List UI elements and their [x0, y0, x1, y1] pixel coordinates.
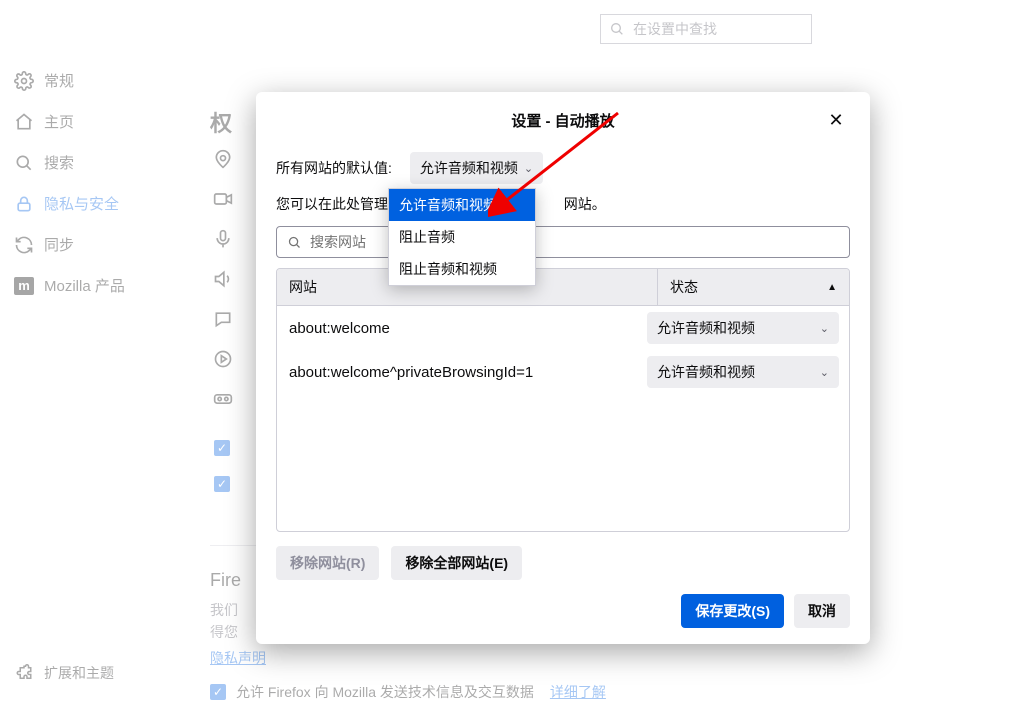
dropdown-option[interactable]: 阻止音频 [389, 221, 535, 253]
remove-all-sites-button[interactable]: 移除全部网站(E) [391, 546, 522, 580]
chevron-down-icon: ⌄ [524, 162, 533, 175]
desc-part: 网站。 [564, 196, 606, 212]
col-header-label: 状态 [670, 277, 698, 297]
site-permissions-table: 网站 状态 ▲ about:welcome 允许音频和视频 ⌄ about:we… [276, 268, 850, 532]
status-select[interactable]: 允许音频和视频 ⌄ [647, 312, 839, 344]
default-value-dropdown: 允许音频和视频 阻止音频 阻止音频和视频 [388, 188, 536, 286]
select-value: 允许音频和视频 [657, 318, 755, 338]
close-button[interactable]: ✕ [822, 106, 850, 134]
default-value-label: 所有网站的默认值: [276, 158, 392, 178]
chevron-down-icon: ⌄ [820, 322, 829, 335]
cancel-button[interactable]: 取消 [794, 594, 850, 628]
save-button[interactable]: 保存更改(S) [681, 594, 784, 628]
dialog-header: 设置 - 自动播放 ✕ [276, 108, 850, 132]
site-cell: about:welcome [289, 320, 647, 337]
placeholder-text: 搜索网站 [310, 232, 366, 252]
dialog-title: 设置 - 自动播放 [276, 110, 850, 131]
autoplay-settings-dialog: 设置 - 自动播放 ✕ 所有网站的默认值: 允许音频和视频 ⌄ 您可以在此处管理… [256, 92, 870, 644]
default-value-select[interactable]: 允许音频和视频 ⌄ [410, 152, 543, 184]
status-select[interactable]: 允许音频和视频 ⌄ [647, 356, 839, 388]
table-row[interactable]: about:welcome 允许音频和视频 ⌄ [277, 306, 849, 350]
dialog-description: 您可以在此处管理不遵 网站。 [276, 194, 850, 214]
select-value: 允许音频和视频 [657, 362, 755, 382]
dropdown-option[interactable]: 阻止音频和视频 [389, 253, 535, 285]
site-cell: about:welcome^privateBrowsingId=1 [289, 364, 647, 381]
site-search-input[interactable]: 搜索网站 [276, 226, 850, 258]
close-icon: ✕ [828, 110, 843, 131]
col-header-status[interactable]: 状态 ▲ [657, 269, 849, 305]
chevron-down-icon: ⌄ [820, 366, 829, 379]
table-header: 网站 状态 ▲ [277, 269, 849, 306]
sort-ascending-icon: ▲ [827, 282, 837, 293]
select-value: 允许音频和视频 [420, 158, 518, 178]
search-icon [287, 235, 302, 250]
table-row[interactable]: about:welcome^privateBrowsingId=1 允许音频和视… [277, 350, 849, 394]
remove-site-button[interactable]: 移除网站(R) [276, 546, 379, 580]
dropdown-option[interactable]: 允许音频和视频 [389, 189, 535, 221]
